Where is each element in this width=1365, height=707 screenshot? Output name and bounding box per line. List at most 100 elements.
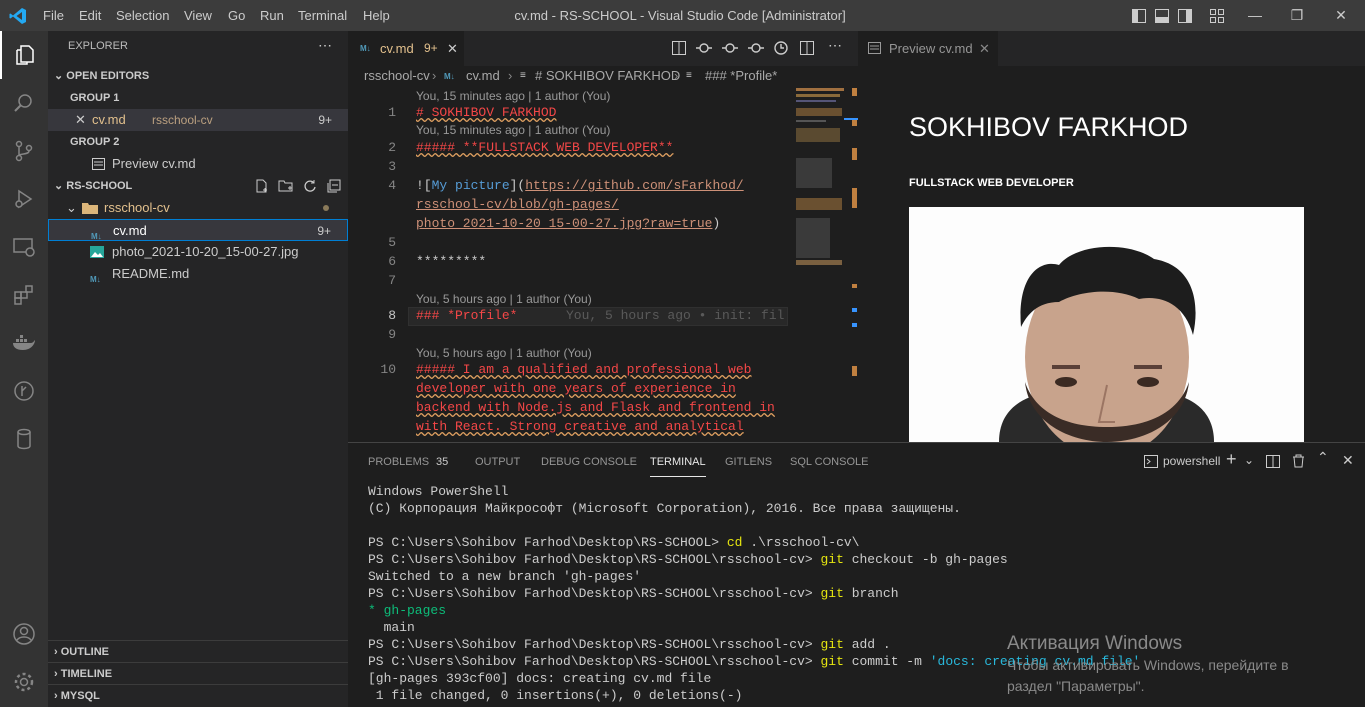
source-control-icon[interactable] (0, 127, 48, 175)
terminal-command: git (820, 654, 844, 669)
breadcrumb-heading[interactable]: # SOKHIBOV FARKHOD (535, 66, 680, 86)
terminal-line: PS C:\Users\Sohibov Farhod\Desktop\RS-SC… (368, 552, 1008, 567)
customize-layout-icon[interactable] (1210, 9, 1224, 23)
code-line: rsschool-cv/blob/gh-pages/ (416, 197, 619, 212)
open-editor-file: cv.md (92, 112, 126, 127)
new-file-icon[interactable] (255, 179, 269, 193)
close-window-icon[interactable]: ✕ (1321, 0, 1361, 31)
next-revision-icon[interactable] (748, 41, 764, 55)
database-icon[interactable] (0, 415, 48, 463)
open-editor-preview[interactable]: Preview cv.md (48, 153, 348, 175)
codelens[interactable]: You, 15 minutes ago | 1 author (You) (416, 89, 610, 103)
folder-rsschool-cv[interactable]: ⌄ rsschool-cv (48, 197, 348, 219)
tab-preview[interactable]: Preview cv.md ✕ (858, 31, 998, 66)
editor-more-icon[interactable]: ⋯ (828, 37, 842, 54)
split-terminal-icon[interactable] (1266, 455, 1280, 468)
code-line: with React. Strong creative and analytic… (416, 419, 744, 434)
toggle-secondary-sidebar-icon[interactable] (1178, 9, 1192, 23)
close-tab-icon[interactable]: ✕ (979, 31, 990, 66)
codelens[interactable]: You, 5 hours ago | 1 author (You) (416, 346, 592, 360)
docker-icon[interactable] (0, 319, 48, 367)
collapse-all-icon[interactable] (327, 179, 341, 193)
restore-icon[interactable]: ❐ (1277, 0, 1317, 31)
outline-section[interactable]: › OUTLINE (48, 640, 348, 662)
mysql-section[interactable]: › MYSQL (48, 684, 348, 706)
remote-explorer-icon[interactable] (0, 223, 48, 271)
manage-gear-icon[interactable] (0, 658, 48, 706)
accounts-icon[interactable] (0, 610, 48, 658)
terminal-prompt: PS C:\Users\Sohibov Farhod\Desktop\RS-SC… (368, 552, 821, 567)
file-photo[interactable]: photo_2021-10-20_15-00-27.jpg (48, 241, 348, 263)
tab-sql-console[interactable]: SQL CONSOLE (790, 443, 868, 481)
file-history-icon[interactable] (774, 41, 788, 55)
code-token: My picture (431, 178, 510, 193)
terminal-line: main (368, 620, 415, 635)
open-editor-cv[interactable]: ✕ cv.md rsschool-cv 9+ (48, 109, 348, 131)
tab-gitlens[interactable]: GITLENS (725, 443, 772, 481)
menu-selection[interactable]: Selection (116, 0, 169, 31)
overview-ruler-mark (852, 366, 857, 376)
codelens[interactable]: You, 5 hours ago | 1 author (You) (416, 292, 592, 306)
tab-cv-md[interactable]: M↓ cv.md 9+ ✕ (348, 31, 464, 66)
breadcrumb: rsschool-cv › M↓ cv.md › ≡ # SOKHIBOV FA… (348, 66, 858, 88)
previous-revision-icon[interactable] (722, 41, 738, 55)
code-editor[interactable]: You, 15 minutes ago | 1 author (You) 1 #… (348, 88, 858, 442)
terminal-command: git (820, 637, 844, 652)
toggle-sidebar-icon[interactable] (1132, 9, 1146, 23)
code-token: ]( (509, 178, 526, 193)
overview-ruler-mark (852, 323, 857, 327)
menu-help[interactable]: Help (363, 0, 390, 31)
split-editor-icon[interactable] (800, 41, 814, 55)
trash-icon[interactable] (1292, 454, 1305, 468)
line-number: 3 (388, 159, 396, 174)
toggle-panel-icon[interactable] (1155, 9, 1169, 23)
line-number: 8 (388, 308, 396, 323)
code-token: ) (712, 216, 721, 231)
menu-edit[interactable]: Edit (79, 0, 101, 31)
tab-problems[interactable]: PROBLEMS (368, 443, 429, 481)
menu-go[interactable]: Go (228, 0, 245, 31)
codelens[interactable]: You, 15 minutes ago | 1 author (You) (416, 123, 610, 137)
new-folder-icon[interactable] (278, 179, 294, 193)
tab-output[interactable]: OUTPUT (475, 443, 520, 481)
extensions-icon[interactable] (0, 271, 48, 319)
line-number: 1 (388, 105, 396, 120)
tab-debug-console[interactable]: DEBUG CONSOLE (541, 443, 637, 481)
overview-ruler-mark (852, 148, 857, 160)
group2-label: GROUP 2 (70, 136, 120, 148)
more-actions-icon[interactable]: ⋯ (318, 37, 332, 54)
folder-label: rsschool-cv (104, 200, 170, 215)
gitlens-compare-icon[interactable] (696, 41, 712, 55)
file-readme[interactable]: M↓ README.md (48, 263, 348, 285)
explorer-icon[interactable] (0, 31, 48, 79)
menu-run[interactable]: Run (260, 0, 284, 31)
minimize-icon[interactable]: — (1235, 0, 1275, 31)
maximize-panel-icon[interactable]: ⌃ (1317, 449, 1329, 466)
timeline-section[interactable]: › TIMELINE (48, 662, 348, 684)
new-terminal-icon[interactable]: + (1226, 449, 1237, 470)
shell-name[interactable]: powershell (1163, 454, 1220, 468)
menu-view[interactable]: View (184, 0, 212, 31)
breadcrumb-file[interactable]: cv.md (466, 66, 500, 86)
open-editors-section[interactable]: ⌄ OPEN EDITORS (48, 65, 348, 87)
open-preview-icon[interactable] (672, 41, 686, 55)
gitlens-icon[interactable] (0, 367, 48, 415)
breadcrumb-folder[interactable]: rsschool-cv (364, 66, 430, 86)
window-title: cv.md - RS-SCHOOL - Visual Studio Code [… (514, 8, 846, 23)
menu-file[interactable]: File (43, 0, 64, 31)
breadcrumb-subheading[interactable]: ### *Profile* (705, 66, 777, 86)
close-tab-icon[interactable]: ✕ (447, 31, 458, 66)
line-number: 2 (388, 140, 396, 155)
minimap[interactable] (794, 88, 858, 442)
menu-terminal[interactable]: Terminal (298, 0, 347, 31)
close-editor-icon[interactable]: ✕ (75, 109, 86, 131)
line-number: 7 (388, 273, 396, 288)
file-cv-md[interactable]: M↓ cv.md 9+ (48, 219, 348, 241)
run-debug-icon[interactable] (0, 175, 48, 223)
search-icon[interactable] (0, 79, 48, 127)
terminal-dropdown-icon[interactable]: ⌄ (1244, 453, 1254, 467)
refresh-icon[interactable] (303, 179, 317, 193)
tab-terminal[interactable]: TERMINAL (650, 447, 706, 477)
terminal-prompt: PS C:\Users\Sohibov Farhod\Desktop\RS-SC… (368, 535, 727, 550)
close-panel-icon[interactable]: ✕ (1342, 452, 1354, 469)
